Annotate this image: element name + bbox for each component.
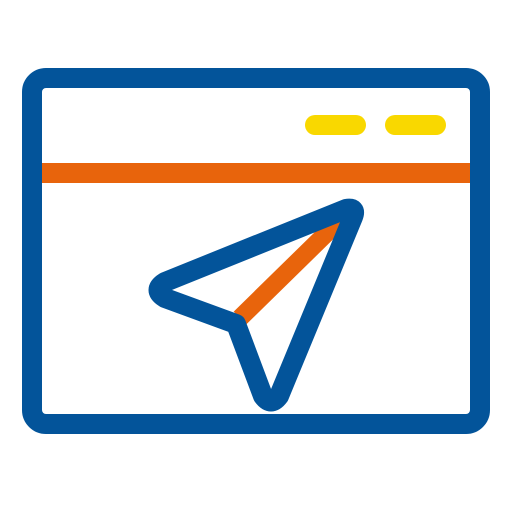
browser-window-navigation-icon xyxy=(22,68,490,434)
navigation-arrow-icon xyxy=(148,198,365,412)
icon-canvas xyxy=(0,0,512,512)
